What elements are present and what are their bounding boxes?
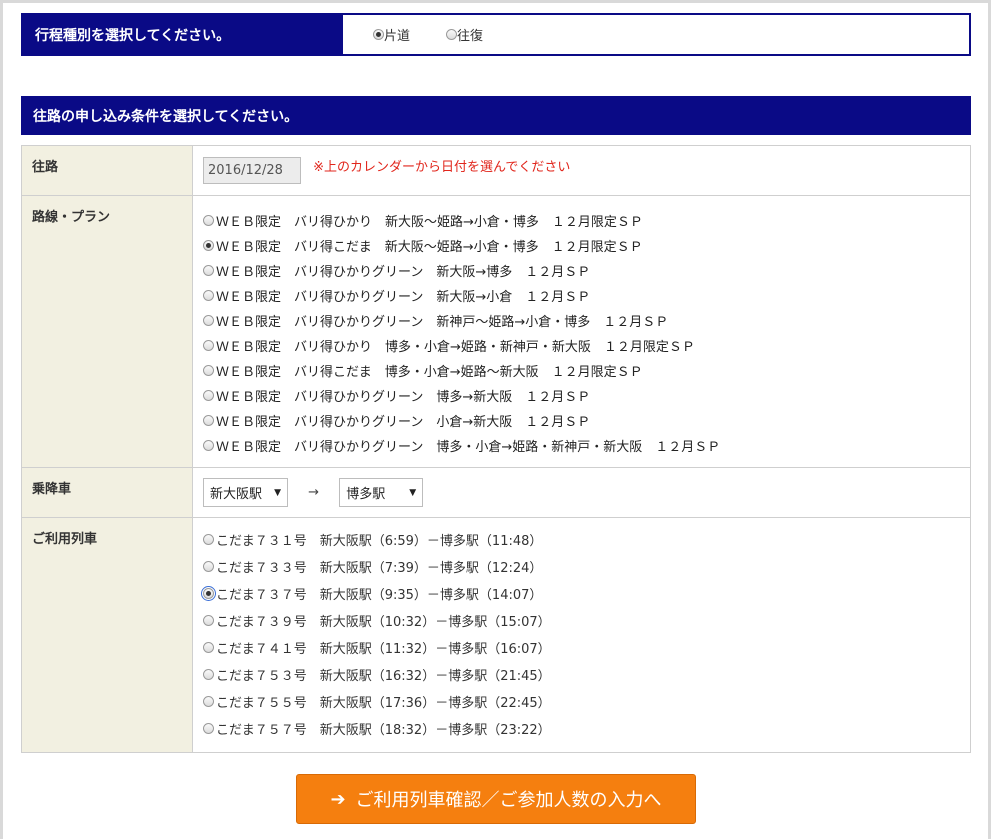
to-station-select[interactable]: 博多駅 ▼: [339, 478, 424, 507]
train-option[interactable]: こだま７４１号 新大阪駅（11:32）－博多駅（16:07）: [203, 634, 960, 661]
radio-button[interactable]: [203, 440, 214, 451]
train-option-label: こだま７３９号 新大阪駅（10:32）－博多駅（15:07）: [216, 615, 551, 630]
train-option[interactable]: こだま７３１号 新大阪駅（6:59）－博多駅（11:48）: [203, 526, 960, 553]
row-trains: ご利用列車 こだま７３１号 新大阪駅（6:59）－博多駅（11:48） こだま７３…: [21, 517, 971, 753]
train-option[interactable]: こだま７３７号 新大阪駅（9:35）－博多駅（14:07）: [201, 580, 960, 607]
plan-option-label: ＷＥＢ限定 バリ得ひかり 博多・小倉→姫路・新神戸・新大阪 １２月限定ＳＰ: [216, 340, 695, 355]
trip-type-roundtrip-label: 往復: [457, 29, 484, 44]
train-option-label: こだま７４１号 新大阪駅（11:32）－博多駅（16:07）: [216, 642, 551, 657]
plan-option[interactable]: ＷＥＢ限定 バリ得ひかりグリーン 新大阪→博多 １２月ＳＰ: [203, 258, 960, 283]
train-list: こだま７３１号 新大阪駅（6:59）－博多駅（11:48） こだま７３３号 新大阪…: [201, 518, 960, 752]
outbound-section-header: 往路の申し込み条件を選択してください。: [21, 96, 971, 135]
trip-type-oneway-label: 片道: [384, 29, 411, 44]
from-station-value: 新大阪駅: [210, 487, 263, 502]
train-option-label: こだま７５３号 新大阪駅（16:32）－博多駅（21:45）: [216, 669, 551, 684]
plan-option-label: ＷＥＢ限定 バリ得こだま 新大阪～姫路→小倉・博多 １２月限定ＳＰ: [216, 240, 643, 255]
radio-button[interactable]: [203, 240, 214, 251]
arrow-right-icon: ➔: [330, 788, 346, 810]
radio-button[interactable]: [203, 390, 214, 401]
outbound-form-table: 往路 2016/12/28 ※上のカレンダーから日付を選んでください 路線・プラ…: [21, 145, 971, 753]
station-cell: 新大阪駅 ▼ → 博多駅 ▼: [192, 467, 971, 518]
date-field[interactable]: 2016/12/28: [203, 157, 301, 184]
plan-option[interactable]: ＷＥＢ限定 バリ得ひかりグリーン 博多→新大阪 １２月ＳＰ: [203, 383, 960, 408]
row-plans: 路線・プラン ＷＥＢ限定 バリ得ひかり 新大阪～姫路→小倉・博多 １２月限定ＳＰ…: [21, 195, 971, 468]
plan-option[interactable]: ＷＥＢ限定 バリ得こだま 新大阪～姫路→小倉・博多 １２月限定ＳＰ: [203, 233, 960, 258]
radio-button[interactable]: [203, 265, 214, 276]
row-date: 往路 2016/12/28 ※上のカレンダーから日付を選んでください: [21, 145, 971, 196]
plan-option-label: ＷＥＢ限定 バリ得ひかりグリーン 博多・小倉→姫路・新神戸・新大阪 １２月ＳＰ: [216, 440, 721, 455]
radio-roundtrip[interactable]: [446, 29, 458, 40]
plan-option-label: ＷＥＢ限定 バリ得ひかりグリーン 新神戸～姫路→小倉・博多 １２月ＳＰ: [216, 315, 669, 330]
radio-button[interactable]: [203, 561, 214, 572]
plan-option[interactable]: ＷＥＢ限定 バリ得こだま 博多・小倉→姫路～新大阪 １２月限定ＳＰ: [203, 358, 960, 383]
train-option-label: こだま７３１号 新大阪駅（6:59）－博多駅（11:48）: [216, 534, 543, 549]
chevron-down-icon: ▼: [409, 487, 417, 498]
date-cell: 2016/12/28 ※上のカレンダーから日付を選んでください: [192, 145, 971, 196]
radio-button[interactable]: [203, 669, 214, 680]
plan-label: 路線・プラン: [21, 195, 193, 468]
to-station-value: 博多駅: [346, 487, 386, 502]
plan-option[interactable]: ＷＥＢ限定 バリ得ひかりグリーン 新神戸～姫路→小倉・博多 １２月ＳＰ: [203, 308, 960, 333]
plan-option[interactable]: ＷＥＢ限定 バリ得ひかりグリーン 小倉→新大阪 １２月ＳＰ: [203, 408, 960, 433]
train-option-label: こだま７３７号 新大阪駅（9:35）－博多駅（14:07）: [216, 588, 543, 603]
trip-type-oneway[interactable]: 片道: [373, 25, 410, 44]
radio-button[interactable]: [203, 723, 214, 734]
confirm-train-button-label: ご利用列車確認／ご参加人数の入力へ: [355, 790, 662, 811]
arrow-right-icon: →: [308, 485, 320, 500]
plan-list: ＷＥＢ限定 バリ得ひかり 新大阪～姫路→小倉・博多 １２月限定ＳＰ ＷＥＢ限定 バ…: [203, 196, 960, 467]
train-option[interactable]: こだま７５３号 新大阪駅（16:32）－博多駅（21:45）: [203, 661, 960, 688]
train-option-label: こだま７３３号 新大阪駅（7:39）－博多駅（12:24）: [216, 561, 543, 576]
radio-button[interactable]: [203, 615, 214, 626]
plan-option-label: ＷＥＢ限定 バリ得ひかりグリーン 小倉→新大阪 １２月ＳＰ: [216, 415, 591, 430]
train-option[interactable]: こだま７５５号 新大阪駅（17:36）－博多駅（22:45）: [203, 688, 960, 715]
plan-option-label: ＷＥＢ限定 バリ得こだま 博多・小倉→姫路～新大阪 １２月限定ＳＰ: [216, 365, 643, 380]
radio-button[interactable]: [203, 415, 214, 426]
plan-cell: ＷＥＢ限定 バリ得ひかり 新大阪～姫路→小倉・博多 １２月限定ＳＰ ＷＥＢ限定 バ…: [192, 195, 971, 468]
plan-option[interactable]: ＷＥＢ限定 バリ得ひかり 新大阪～姫路→小倉・博多 １２月限定ＳＰ: [203, 208, 960, 233]
date-label: 往路: [21, 145, 193, 196]
confirm-train-button[interactable]: ➔ ご利用列車確認／ご参加人数の入力へ: [296, 774, 696, 824]
train-option[interactable]: こだま７３３号 新大阪駅（7:39）－博多駅（12:24）: [203, 553, 960, 580]
trip-type-options: 片道 往復: [343, 15, 483, 54]
radio-button[interactable]: [203, 215, 214, 226]
row-stations: 乗降車 新大阪駅 ▼ → 博多駅 ▼: [21, 467, 971, 518]
radio-button[interactable]: [201, 586, 216, 601]
from-station-select[interactable]: 新大阪駅 ▼: [203, 478, 288, 507]
radio-oneway[interactable]: [373, 29, 384, 40]
train-option[interactable]: こだま７５７号 新大阪駅（18:32）－博多駅（23:22）: [203, 715, 960, 742]
radio-button[interactable]: [203, 315, 214, 326]
plan-option-label: ＷＥＢ限定 バリ得ひかりグリーン 新大阪→博多 １２月ＳＰ: [216, 265, 591, 280]
trip-type-roundtrip[interactable]: 往復: [446, 25, 483, 44]
page-frame: 行程種別を選択してください。 片道 往復 往路の申し込み条件を選択してください。…: [3, 3, 988, 839]
train-cell: こだま７３１号 新大阪駅（6:59）－博多駅（11:48） こだま７３３号 新大阪…: [192, 517, 971, 753]
plan-option[interactable]: ＷＥＢ限定 バリ得ひかりグリーン 新大阪→小倉 １２月ＳＰ: [203, 283, 960, 308]
radio-button[interactable]: [203, 696, 214, 707]
radio-button[interactable]: [203, 534, 214, 545]
train-option-label: こだま７５７号 新大阪駅（18:32）－博多駅（23:22）: [216, 723, 551, 738]
plan-option[interactable]: ＷＥＢ限定 バリ得ひかり 博多・小倉→姫路・新神戸・新大阪 １２月限定ＳＰ: [203, 333, 960, 358]
chevron-down-icon: ▼: [274, 487, 281, 498]
plan-option[interactable]: ＷＥＢ限定 バリ得ひかりグリーン 博多・小倉→姫路・新神戸・新大阪 １２月ＳＰ: [203, 433, 960, 458]
trip-type-label: 行程種別を選択してください。: [23, 15, 343, 54]
date-note: ※上のカレンダーから日付を選んでください: [313, 159, 571, 175]
trip-type-row: 行程種別を選択してください。 片道 往復: [21, 13, 971, 56]
train-option[interactable]: こだま７３９号 新大阪駅（10:32）－博多駅（15:07）: [203, 607, 960, 634]
plan-option-label: ＷＥＢ限定 バリ得ひかり 新大阪～姫路→小倉・博多 １２月限定ＳＰ: [216, 215, 643, 230]
radio-button[interactable]: [203, 365, 214, 376]
radio-button[interactable]: [203, 340, 214, 351]
train-label: ご利用列車: [21, 517, 193, 753]
plan-option-label: ＷＥＢ限定 バリ得ひかりグリーン 新大阪→小倉 １２月ＳＰ: [216, 290, 591, 305]
station-label: 乗降車: [21, 467, 193, 518]
radio-button[interactable]: [203, 290, 214, 301]
train-option-label: こだま７５５号 新大阪駅（17:36）－博多駅（22:45）: [216, 696, 551, 711]
radio-button[interactable]: [203, 642, 214, 653]
plan-option-label: ＷＥＢ限定 バリ得ひかりグリーン 博多→新大阪 １２月ＳＰ: [216, 390, 591, 405]
